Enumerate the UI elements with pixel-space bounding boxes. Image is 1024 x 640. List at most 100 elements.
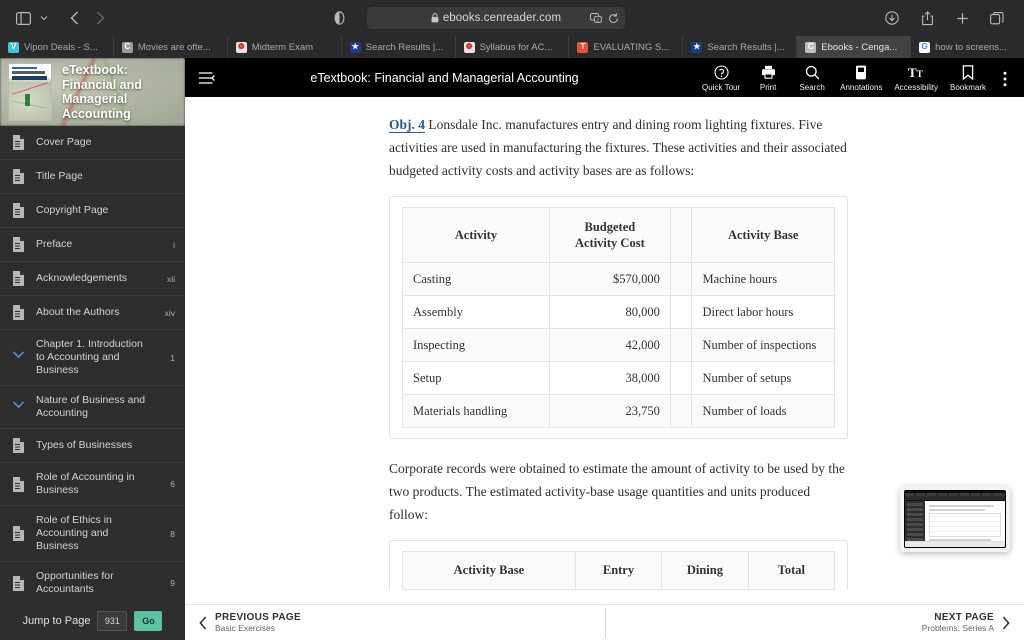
browser-tab[interactable]: ❁ Syllabus for AC... [455,36,570,58]
browser-tab[interactable]: C Movies are ofte... [113,36,228,58]
sidebar-item-copyright-page[interactable]: Copyright Page [0,194,185,228]
ebook-content[interactable]: Obj. 4 Lonsdale Inc. manufactures entry … [185,97,1024,604]
cell-cost: 23,750 [548,394,671,428]
sidebar-item-chapter-1[interactable]: Chapter 1. Introduction to Accounting an… [0,330,185,386]
download-icon[interactable] [879,5,905,31]
sidebar-item-title-page[interactable]: Title Page [0,160,185,194]
screen-share-preview[interactable] [900,486,1010,552]
chevron-left-icon [199,615,207,630]
forward-icon[interactable] [87,5,113,31]
cell-cost: 38,000 [548,361,671,395]
footer-navigation: PREVIOUS PAGE Basic Exercises NEXT PAGE … [185,604,1024,640]
tab-title: EVALUATING S... [593,41,670,53]
cell-base: Number of setups [691,361,835,395]
next-page-button[interactable]: NEXT PAGE Problems: Series A [908,605,1024,640]
tab-overview-icon[interactable] [984,5,1010,31]
browser-tab-active[interactable]: C Ebooks - Cenga... [797,36,912,58]
previous-page-subtitle: Basic Exercises [215,622,275,633]
sidebar-item-label: Cover Page [36,136,92,148]
tab-favicon: T [577,41,589,53]
sidebar-item-cover-page[interactable]: Cover Page [0,126,185,160]
table-row: Assembly 80,000 Direct labor hours [402,295,835,329]
chevron-down-icon[interactable] [37,5,51,31]
print-button[interactable]: Print [746,62,790,94]
browser-tab[interactable]: ❁ Midterm Exam [227,36,342,58]
sidebar-item-label: Acknowledgements [36,272,128,284]
search-button[interactable]: Search [790,62,834,94]
address-bar-container: ebooks.cenreader.com 2 [113,7,879,29]
extension-icon[interactable]: 2 [589,12,602,25]
cell-activity: Setup [402,361,550,395]
search-icon [805,64,820,81]
annotations-label: Annotations [840,82,883,92]
accessibility-label: Accessibility [894,82,938,92]
sidebar-item-preface[interactable]: Preface i [0,228,185,262]
objective-tag[interactable]: Obj. 4 [389,117,426,133]
share-icon[interactable] [914,5,940,31]
cell-activity: Casting [402,262,550,296]
address-bar[interactable]: ebooks.cenreader.com 2 [367,7,625,29]
tab-favicon: V [8,41,19,53]
preview-footer [905,541,1005,547]
col-header-activity-base: Activity Base [402,551,576,590]
chevron-down-icon[interactable] [12,350,27,365]
sidebar: eTextbook: Financial and Managerial Acco… [0,58,185,640]
browser-tab[interactable]: T EVALUATING S... [569,36,684,58]
browser-tab[interactable]: ★ Search Results |... [683,36,798,58]
sidebar-item-nature-of-business[interactable]: Nature of Business and Accounting [0,386,185,429]
next-page-text: NEXT PAGE Problems: Series A [922,612,994,634]
previous-page-button[interactable]: PREVIOUS PAGE Basic Exercises [185,605,315,640]
next-page-label: NEXT PAGE [934,611,994,623]
privacy-reader-icon[interactable] [326,5,352,31]
tab-strip: V Vipon Deals - S... C Movies are ofte..… [0,36,1024,58]
sidebar-item-role-of-accounting[interactable]: Role of Accounting in Business 6 [0,463,185,506]
bookmark-button[interactable]: Bookmark [944,62,992,94]
table-row: Materials handling 23,750 Number of load… [402,394,835,428]
browser-tab[interactable]: G how to screens... [911,36,1024,58]
tab-favicon: ❁ [463,41,475,53]
more-vertical-icon[interactable] [994,64,1016,94]
tab-title: Syllabus for AC... [479,41,553,53]
cell-cost: 80,000 [548,295,671,329]
browser-tab[interactable]: V Vipon Deals - S... [0,36,114,58]
preview-content [925,501,1005,545]
quick-tour-button[interactable]: Quick Tour [696,62,746,94]
svg-text:T: T [908,65,917,79]
col-header-dining: Dining [661,551,749,590]
page-icon [12,305,27,320]
jump-to-page-input[interactable] [97,611,128,631]
sidebar-toggle-icon[interactable] [10,5,36,31]
cell-spacer [669,394,693,428]
sidebar-item-acknowledgements[interactable]: Acknowledgements xii [0,262,185,296]
browser-tab[interactable]: ★ Search Results |... [341,36,456,58]
reload-icon[interactable] [607,12,619,24]
book-cover-thumbnail [8,63,52,121]
sidebar-item-opportunities[interactable]: Opportunities for Accountants 9 [0,562,185,605]
reader-header-actions: Quick Tour Print Search Annotations T T … [696,62,1016,94]
col-header-total: Total [747,551,836,590]
tab-favicon: C [121,41,133,53]
back-icon[interactable] [61,5,87,31]
print-label: Print [759,82,777,92]
table-of-contents[interactable]: Cover Page Title Page Copyright Page Pre… [0,126,185,640]
chevron-down-icon[interactable] [12,400,27,415]
printer-icon [761,64,776,81]
accessibility-button[interactable]: T T Accessibility [888,62,944,94]
book-title: eTextbook: Financial and Managerial Acco… [62,63,142,121]
activity-cost-table: Activity Budgeted Activity Cost Activity… [402,207,835,428]
sidebar-item-about-the-authors[interactable]: About the Authors xiv [0,296,185,330]
annotations-button[interactable]: Annotations [834,62,888,94]
sidebar-item-role-of-ethics[interactable]: Role of Ethics in Accounting and Busines… [0,506,185,562]
paragraph-1-text: Lonsdale Inc. manufactures entry and din… [389,117,847,178]
tab-favicon: C [805,41,817,53]
cell-spacer [669,262,693,296]
browser-toolbar: ebooks.cenreader.com 2 [0,0,1024,36]
new-tab-icon[interactable] [949,5,975,31]
sidebar-item-types-of-businesses[interactable]: Types of Businesses [0,429,185,463]
jump-to-page-go-button[interactable]: Go [134,611,163,631]
sidebar-item-page: xiv [164,307,175,318]
col-header-cost-line1: Budgeted [584,220,636,234]
tab-favicon: ❁ [235,41,247,53]
sidebar-item-label: Opportunities for Accountants [36,570,114,595]
sidebar-item-label: Types of Businesses [36,439,133,451]
